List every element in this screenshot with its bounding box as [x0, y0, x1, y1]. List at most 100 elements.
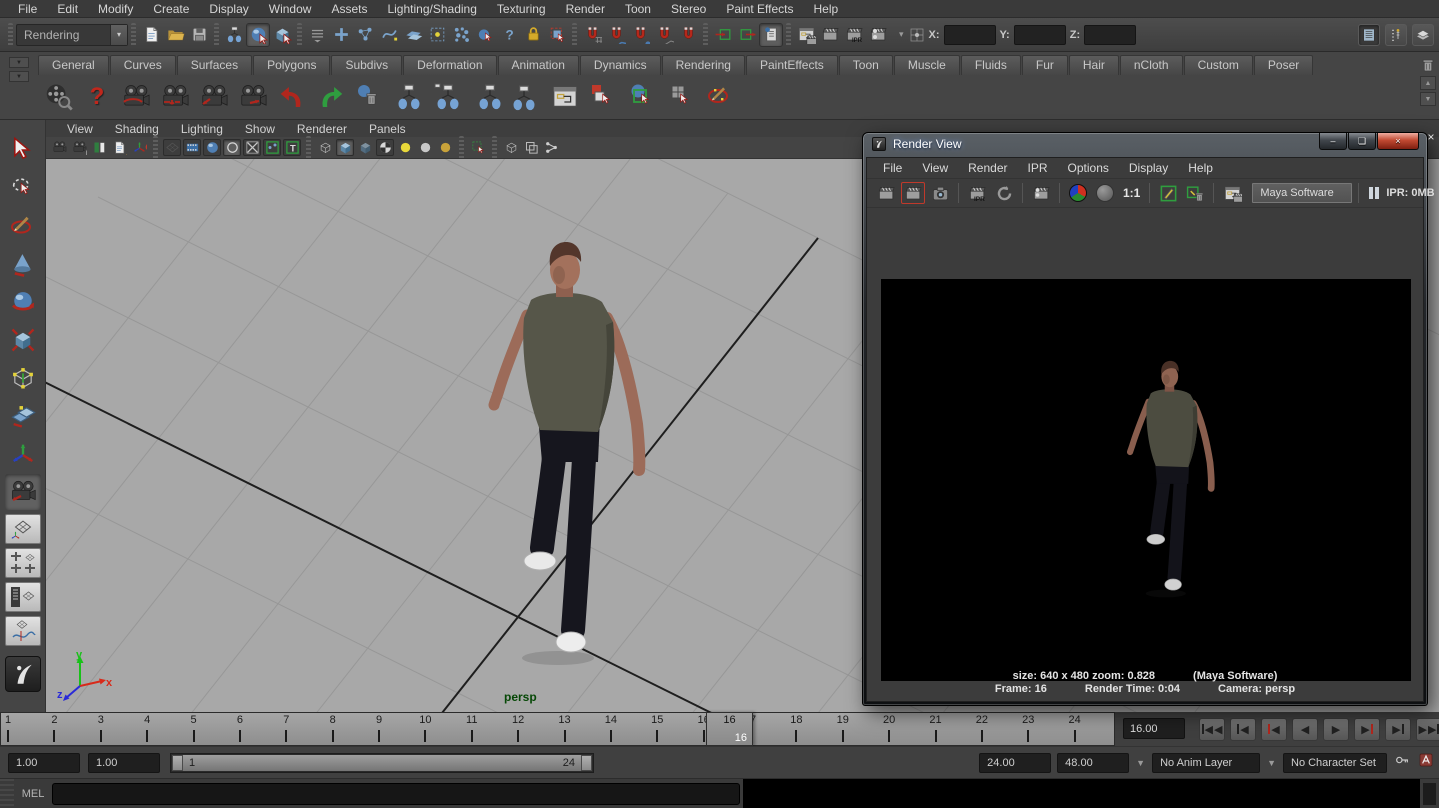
- paint-effects-button[interactable]: [703, 79, 739, 115]
- panel-menu-item[interactable]: Renderer: [286, 122, 358, 136]
- shelf-tab[interactable]: Toon: [839, 55, 893, 75]
- render-view-menu-item[interactable]: IPR: [1018, 161, 1058, 175]
- range-start-handle[interactable]: [172, 755, 183, 771]
- status-line-grip[interactable]: [8, 23, 13, 47]
- select-surfaces-mask-button[interactable]: [401, 23, 425, 47]
- frame-cell[interactable]: 2: [47, 713, 93, 745]
- shelf-help-button[interactable]: ?: [79, 79, 115, 115]
- lasso-select-tool-button[interactable]: [5, 170, 41, 206]
- play-backwards-button[interactable]: ◀: [1292, 718, 1318, 741]
- no-lighting-icon[interactable]: [416, 139, 434, 156]
- default-lighting-icon[interactable]: [396, 139, 414, 156]
- isolate-select-icon[interactable]: [502, 139, 520, 156]
- step-back-frame-button[interactable]: ◀: [1230, 718, 1256, 741]
- main-menu-item[interactable]: Window: [259, 1, 322, 17]
- frame-ruler[interactable]: 1 2 3 4 5 6: [0, 712, 1115, 746]
- hypergraph-hierarchy-button[interactable]: [391, 79, 427, 115]
- open-render-view-button[interactable]: [794, 23, 818, 47]
- frame-cell[interactable]: 19: [836, 713, 882, 745]
- maximize-button[interactable]: ❏: [1348, 133, 1376, 150]
- panel-menu-item[interactable]: Shading: [104, 122, 170, 136]
- select-all-mask-button[interactable]: [329, 23, 353, 47]
- camera-roll-tool-button[interactable]: [235, 79, 271, 115]
- ipr-render-button[interactable]: IPR: [842, 23, 866, 47]
- animation-start-field[interactable]: 1.00: [8, 753, 80, 773]
- main-menu-item[interactable]: Edit: [47, 1, 88, 17]
- chevron-down-icon[interactable]: ▼: [1135, 758, 1146, 768]
- animation-end-field[interactable]: 48.00: [1057, 753, 1129, 773]
- chevron-down-icon[interactable]: ▾: [898, 29, 905, 40]
- graph-upstream-button[interactable]: [469, 79, 505, 115]
- main-menu-item[interactable]: Paint Effects: [716, 1, 803, 17]
- main-menu-item[interactable]: Assets: [321, 1, 377, 17]
- shelf-tab[interactable]: Poser: [1254, 55, 1313, 75]
- playback-end-field[interactable]: 24.00: [979, 753, 1051, 773]
- x-input[interactable]: [944, 25, 996, 45]
- smooth-shade-icon[interactable]: [203, 139, 221, 156]
- frame-cell[interactable]: 15: [650, 713, 696, 745]
- shelf-tab[interactable]: Hair: [1069, 55, 1119, 75]
- render-view-menu-item[interactable]: Display: [1119, 161, 1178, 175]
- close-button[interactable]: ×: [1377, 133, 1419, 150]
- snap-to-grids-button[interactable]: [580, 23, 604, 47]
- chevron-down-icon[interactable]: ▼: [1266, 758, 1277, 768]
- render-region-button[interactable]: [901, 182, 925, 204]
- frame-cell[interactable]: 10: [418, 713, 464, 745]
- main-menu-item[interactable]: Modify: [88, 1, 143, 17]
- shelf-tab[interactable]: Polygons: [253, 55, 330, 75]
- range-bar[interactable]: 1 24: [183, 755, 581, 771]
- panel-menu-item[interactable]: Show: [234, 122, 286, 136]
- minimize-button[interactable]: –: [1319, 133, 1347, 150]
- layered-display-icon[interactable]: [522, 139, 540, 156]
- main-menu-item[interactable]: Create: [143, 1, 199, 17]
- select-component-button[interactable]: [270, 23, 294, 47]
- film-gate-icon[interactable]: [183, 139, 201, 156]
- undo-view-change-button[interactable]: [274, 79, 310, 115]
- z-input[interactable]: [1084, 25, 1136, 45]
- group-grip[interactable]: [153, 136, 158, 160]
- share-connections-icon[interactable]: [542, 139, 560, 156]
- frame-cell[interactable]: 4: [140, 713, 186, 745]
- snap-to-planes-button[interactable]: [652, 23, 676, 47]
- shelf-tab[interactable]: Rendering: [662, 55, 745, 75]
- render-view-menu-item[interactable]: View: [912, 161, 958, 175]
- camera-dolly-tool-button[interactable]: [196, 79, 232, 115]
- shelf-tab[interactable]: Custom: [1184, 55, 1253, 75]
- frame-cell[interactable]: 23: [1021, 713, 1067, 745]
- playback-start-field[interactable]: 1.00: [88, 753, 160, 773]
- step-forward-key-button[interactable]: ▶: [1354, 718, 1380, 741]
- select-group-cursor-button[interactable]: [664, 79, 700, 115]
- shelf-scroll-down-button[interactable]: ▼: [1420, 92, 1436, 106]
- frame-cell[interactable]: 1: [1, 713, 47, 745]
- redo-previous-render-button[interactable]: [874, 182, 898, 204]
- render-view-titlebar[interactable]: Render View – ❏ ×: [863, 133, 1427, 155]
- frame-cell[interactable]: 3: [94, 713, 140, 745]
- snap-to-curves-button[interactable]: [604, 23, 628, 47]
- xray-display-icon[interactable]: [356, 139, 374, 156]
- render-view-menu-item[interactable]: File: [873, 161, 912, 175]
- select-points-mask-button[interactable]: [353, 23, 377, 47]
- render-view-menu-item[interactable]: Help: [1178, 161, 1223, 175]
- redo-view-change-button[interactable]: [313, 79, 349, 115]
- camera-orbit-tool-button[interactable]: [118, 79, 154, 115]
- select-object-button[interactable]: [246, 23, 270, 47]
- y-input[interactable]: [1014, 25, 1066, 45]
- frame-cell[interactable]: 11: [465, 713, 511, 745]
- shelf-tab[interactable]: Animation: [498, 55, 579, 75]
- select-tool-button[interactable]: [5, 132, 41, 168]
- hypershade-window-button[interactable]: [547, 79, 583, 115]
- remove-image-button[interactable]: [1183, 182, 1207, 204]
- frame-cell[interactable]: 18: [789, 713, 835, 745]
- wireframe-on-shaded-icon[interactable]: [316, 139, 334, 156]
- playback-range-slider[interactable]: 1 24: [170, 753, 594, 773]
- step-forward-frame-button[interactable]: ▶: [1385, 718, 1411, 741]
- layout-four-pane-button[interactable]: [5, 548, 41, 578]
- play-forwards-button[interactable]: ▶: [1323, 718, 1349, 741]
- frame-cell[interactable]: 8: [326, 713, 372, 745]
- scale-tool-button[interactable]: [5, 322, 41, 358]
- select-dynamics-mask-button[interactable]: [449, 23, 473, 47]
- shelf-tab[interactable]: Subdivs: [331, 55, 402, 75]
- command-input[interactable]: [52, 783, 740, 805]
- main-menu-item[interactable]: Toon: [615, 1, 661, 17]
- shelf-item-menu-button[interactable]: ▼: [9, 71, 29, 82]
